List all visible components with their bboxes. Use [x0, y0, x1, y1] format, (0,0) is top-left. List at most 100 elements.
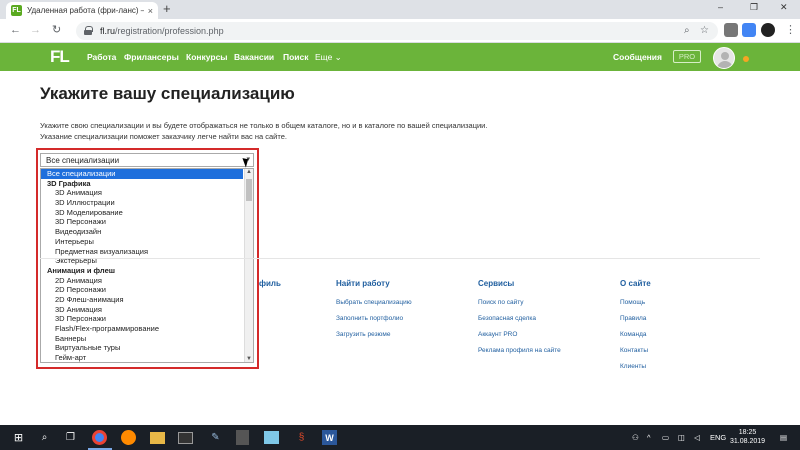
listbox-option[interactable]: Все специализации — [41, 169, 243, 179]
browser-toolbar: ← → ↻ fl.ru/registration/profession.php … — [0, 19, 800, 43]
nav-freelancers[interactable]: Фрилансеры — [124, 52, 179, 62]
extension-shield-icon[interactable] — [724, 23, 738, 37]
tab-title: Удаленная работа (фри-ланс) – — [27, 6, 144, 15]
listbox-option[interactable]: Предметная визуализация — [41, 247, 253, 257]
listbox-option[interactable]: Баннеры — [41, 334, 253, 344]
listbox-option[interactable]: 3D Персонажи — [41, 314, 253, 324]
address-bar[interactable]: fl.ru/registration/profession.php ⌕ ☆ — [76, 22, 718, 40]
listbox-option[interactable]: Интерьеры — [41, 237, 253, 247]
url-text: fl.ru/registration/profession.php — [100, 26, 224, 36]
footer-link[interactable]: Заполнить портфолио — [336, 315, 403, 322]
footer-find-work-title[interactable]: Найти работу — [336, 279, 390, 288]
maximize-button[interactable]: ❐ — [750, 2, 758, 13]
footer-divider — [40, 258, 760, 259]
fl-favicon-icon: FL — [11, 5, 22, 16]
footer-about-title[interactable]: О сайте — [620, 279, 651, 288]
nav-contests[interactable]: Конкурсы — [186, 52, 228, 62]
listbox-option[interactable]: 3D Анимация — [41, 305, 253, 315]
footer-link[interactable]: Безопасная сделка — [478, 315, 536, 322]
footer-link[interactable]: Выбрать специализацию — [336, 299, 412, 306]
footer-services-title[interactable]: Сервисы — [478, 279, 514, 288]
nav-work[interactable]: Работа — [87, 52, 116, 62]
task-view-icon[interactable]: ❐ — [62, 429, 79, 446]
calculator-icon[interactable] — [236, 430, 249, 445]
clock-time: 18:25 — [738, 429, 757, 436]
volume-icon[interactable]: ◁ — [694, 433, 700, 442]
browser-tab-strip: FL Удаленная работа (фри-ланс) – × + – ❐… — [0, 0, 800, 19]
listbox-option[interactable]: Гейм-арт — [41, 353, 253, 362]
user-avatar[interactable] — [713, 47, 735, 69]
app-spiral-icon[interactable]: § — [293, 429, 310, 446]
listbox-group-header: Анимация и флеш — [47, 265, 116, 275]
listbox-option[interactable]: Виртуальные туры — [41, 343, 253, 353]
listbox-group-header: 3D Графика — [47, 178, 91, 188]
footer-link[interactable]: Аккаунт PRO — [478, 331, 517, 338]
listbox-option[interactable]: 2D Флеш-анимация — [41, 295, 253, 305]
specialization-listbox[interactable]: Все специализации 3D Графика 3D Анимация 3D… — [40, 168, 254, 363]
footer-link[interactable]: Правила — [620, 315, 646, 322]
scroll-thumb[interactable] — [246, 179, 252, 201]
listbox-option[interactable]: 3D Анимация — [41, 188, 253, 198]
menu-dots-icon[interactable]: ⋮ — [785, 24, 796, 36]
lock-icon — [84, 26, 93, 35]
network-icon[interactable]: ◫ — [678, 433, 685, 442]
messages-link[interactable]: Сообщения — [613, 52, 662, 62]
listbox-option[interactable]: 3D Персонажи — [41, 217, 253, 227]
bookmark-star-icon[interactable]: ☆ — [700, 25, 709, 36]
browser-tab[interactable]: FL Удаленная работа (фри-ланс) – × — [6, 2, 158, 19]
footer-link[interactable]: Клиенты — [620, 363, 646, 370]
listbox-option[interactable]: 3D Иллюстрации — [41, 198, 253, 208]
listbox-option[interactable]: Видеодизайн — [41, 227, 253, 237]
page-title: Укажите вашу специализацию — [40, 84, 295, 103]
listbox-option[interactable]: 3D Моделирование — [41, 208, 253, 218]
photos-icon[interactable] — [264, 431, 279, 444]
chevron-up-icon[interactable]: ^ — [647, 433, 651, 442]
person-icon[interactable]: ⚇ — [632, 433, 639, 442]
terminal-icon[interactable] — [178, 432, 193, 444]
language-indicator[interactable]: ENG — [710, 433, 726, 442]
notifications-icon[interactable]: ▤ — [780, 433, 787, 442]
clock-date: 31.08.2019 — [730, 438, 766, 445]
word-icon[interactable]: W — [322, 430, 337, 445]
listbox-option[interactable]: 2D Анимация — [41, 276, 253, 286]
new-tab-button[interactable]: + — [163, 2, 171, 16]
forward-arrow-icon[interactable]: → — [30, 24, 41, 36]
footer-link[interactable]: Поиск по сайту — [478, 299, 524, 306]
fl-logo[interactable]: FL — [50, 47, 70, 67]
back-arrow-icon[interactable]: ← — [10, 24, 21, 36]
nav-search[interactable]: Поиск — [283, 52, 309, 62]
footer-link[interactable]: Реклама профиля на сайте — [478, 347, 561, 354]
minimize-button[interactable]: – — [718, 2, 723, 12]
battery-icon[interactable]: ▭ — [662, 433, 669, 442]
windows-start-icon[interactable]: ⊞ — [10, 429, 27, 446]
scroll-down-icon[interactable]: ▼ — [246, 356, 252, 362]
folder-icon[interactable] — [150, 432, 165, 444]
clock[interactable]: 18:25 31.08.2019 — [730, 428, 765, 446]
tab-close-icon[interactable]: × — [148, 6, 153, 16]
footer-link[interactable]: Помощь — [620, 299, 645, 306]
search-icon[interactable]: ⌕ — [684, 25, 690, 36]
firefox-icon[interactable] — [121, 430, 136, 445]
listbox-scrollbar[interactable]: ▲ ▼ — [244, 169, 253, 362]
footer-link[interactable]: Загрузить резюме — [336, 331, 390, 338]
chrome-icon[interactable] — [92, 430, 107, 445]
select-value: Все специализации — [46, 156, 120, 165]
nav-more[interactable]: Еще ⌄ — [315, 52, 342, 63]
specialization-select[interactable]: Все специализации ▾ — [40, 153, 254, 167]
footer-link[interactable]: Контакты — [620, 347, 648, 354]
reload-icon[interactable]: ↻ — [52, 24, 61, 36]
nav-vacancies[interactable]: Вакансии — [234, 52, 274, 62]
search-icon[interactable]: ⌕ — [36, 429, 53, 446]
listbox-option[interactable]: Flash/Flex-программирование — [41, 324, 253, 334]
listbox-option[interactable]: 2D Персонажи — [41, 285, 253, 295]
scroll-up-icon[interactable]: ▲ — [246, 169, 252, 175]
translate-extension-icon[interactable] — [742, 23, 756, 37]
profile-extension-icon[interactable] — [761, 23, 775, 37]
footer-link[interactable]: Команда — [620, 331, 646, 338]
chevron-down-icon: ⌄ — [334, 52, 342, 62]
notification-dot — [743, 56, 749, 62]
footer-col-profile-title[interactable]: филь — [259, 279, 281, 288]
pro-badge[interactable]: PRO — [673, 50, 701, 63]
close-window-button[interactable]: ✕ — [780, 2, 788, 13]
paint-icon[interactable]: ✎ — [207, 429, 224, 446]
